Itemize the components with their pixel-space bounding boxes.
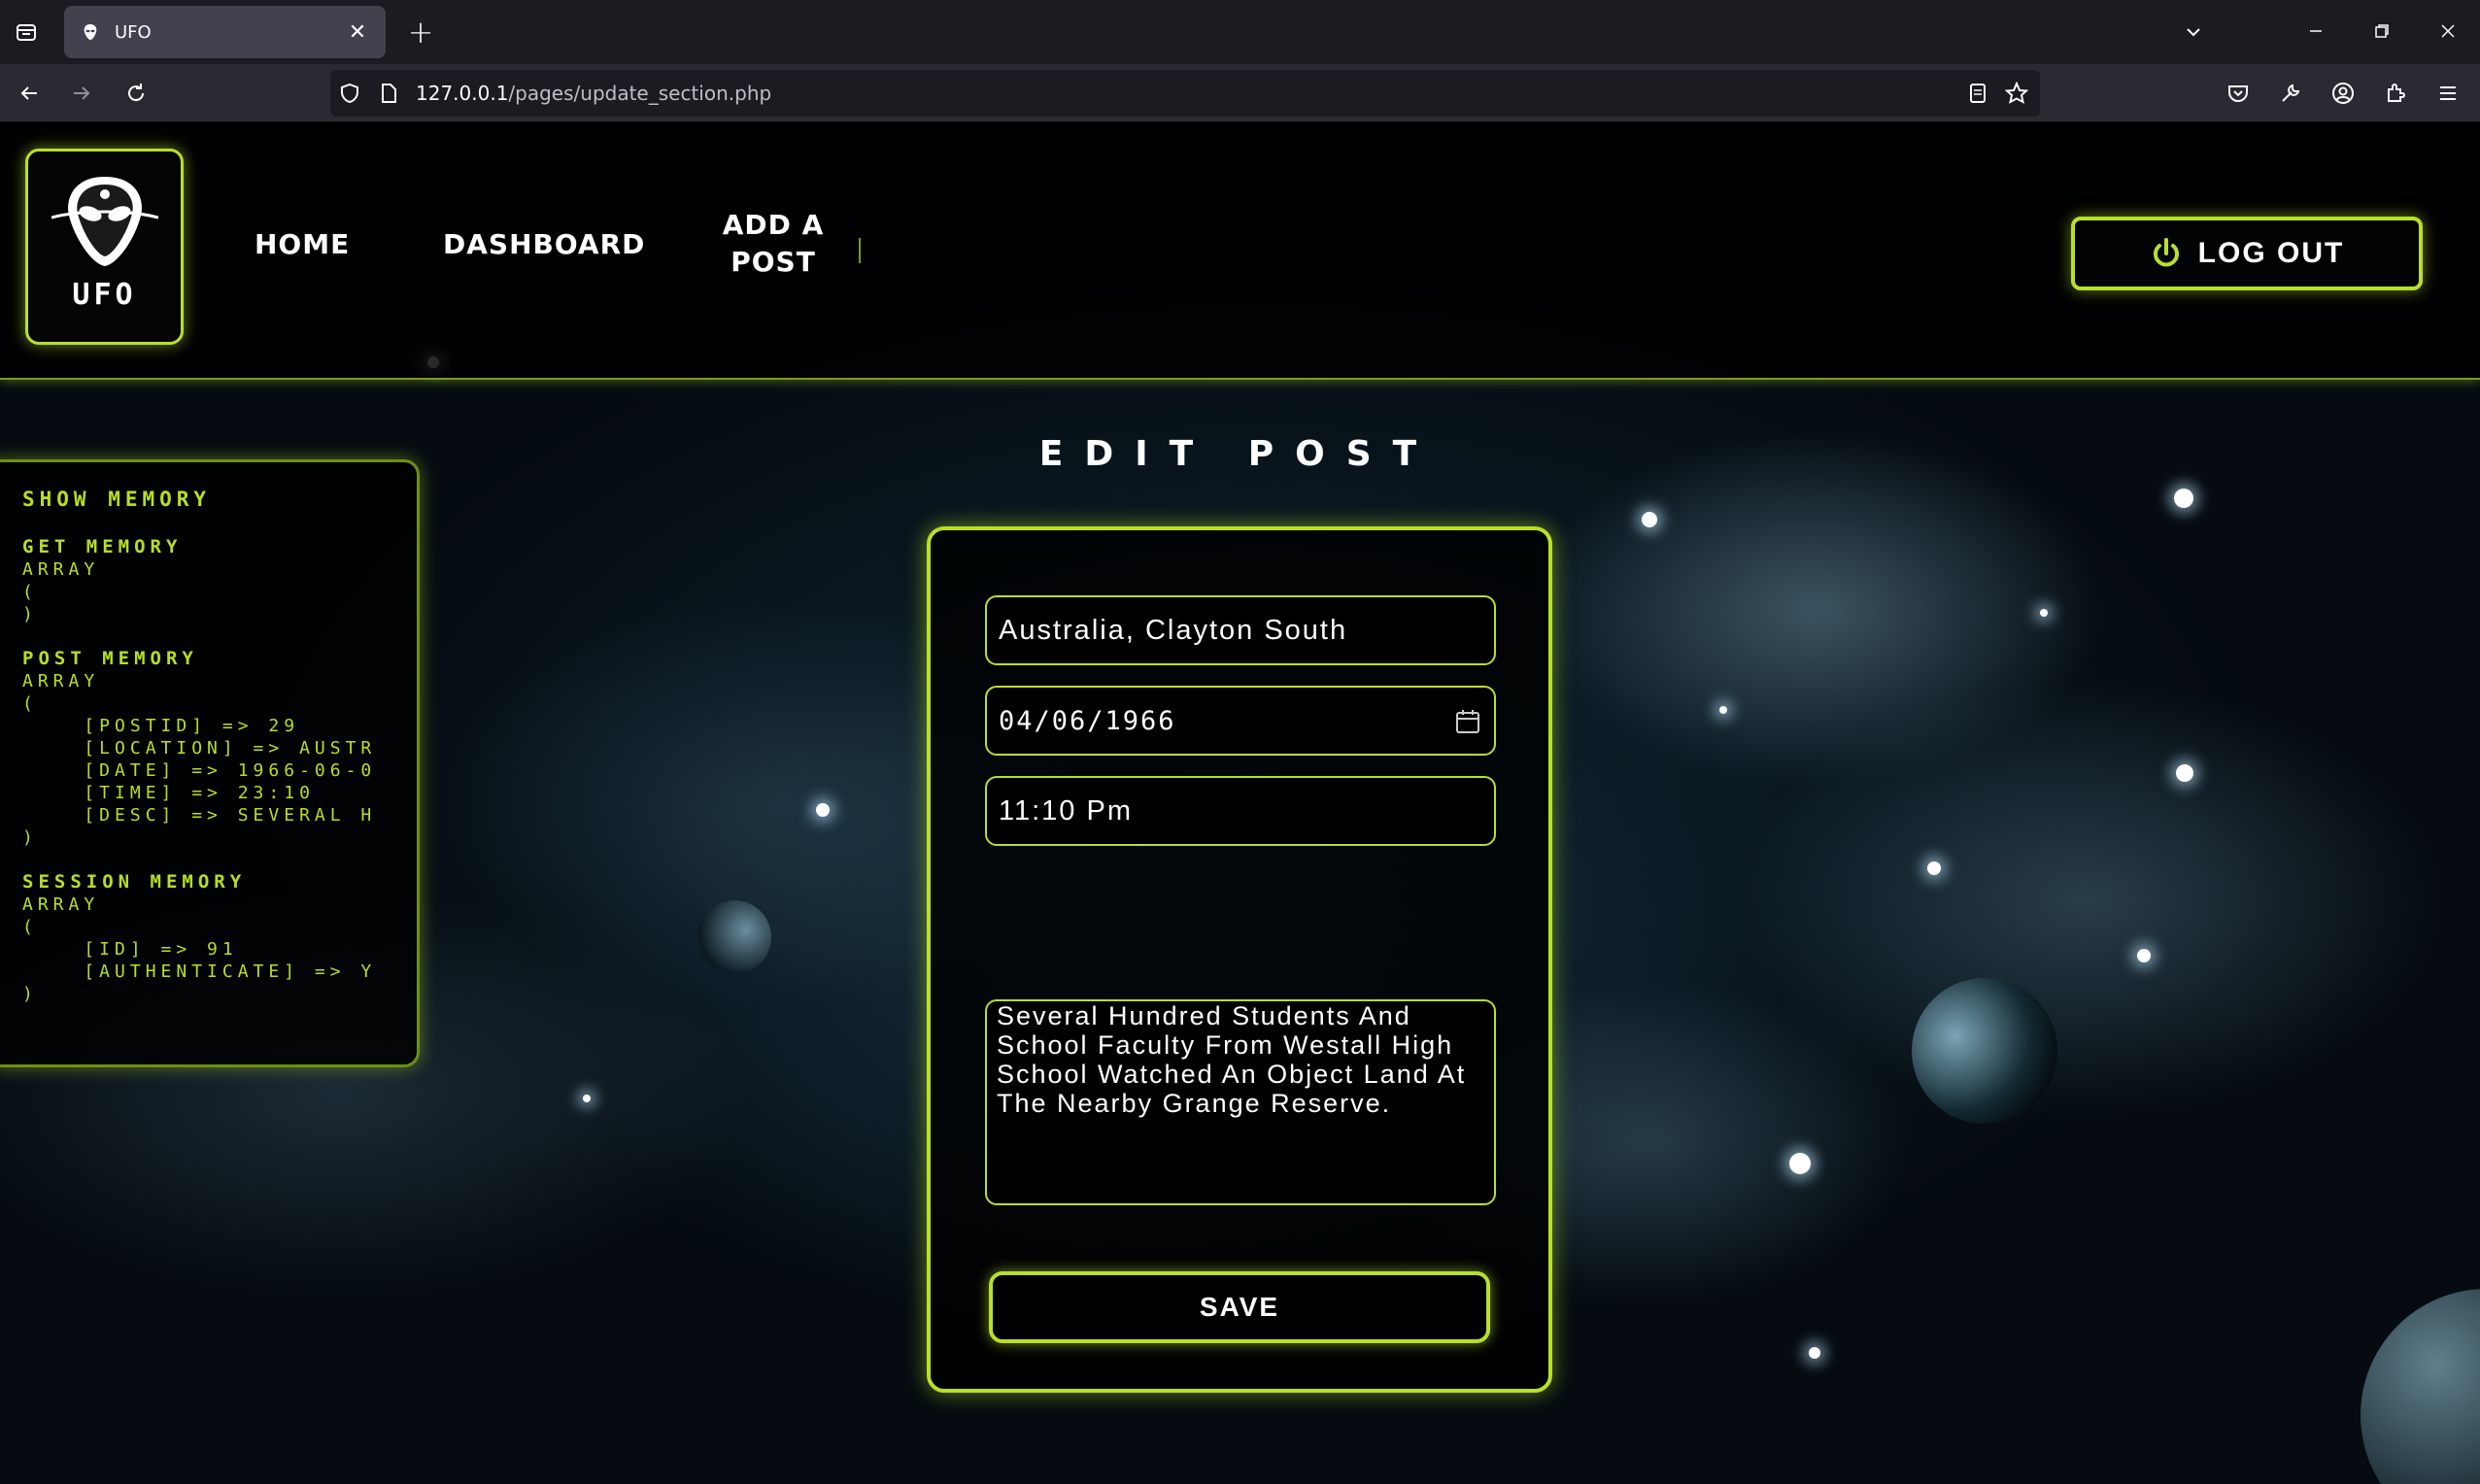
power-icon xyxy=(2153,238,2179,267)
close-window-icon[interactable] xyxy=(2419,10,2477,52)
star xyxy=(2137,949,2151,962)
logout-label: Log out xyxy=(2197,237,2345,269)
browser-tab[interactable]: UFO ✕ xyxy=(64,6,386,58)
star xyxy=(1927,861,1941,875)
debug-line: ( xyxy=(22,693,38,714)
star xyxy=(1809,1347,1820,1359)
date-input[interactable]: 04/06/1966 xyxy=(985,686,1496,756)
post-memory-heading: POST MEMORY xyxy=(22,648,198,669)
browser-nav-bar: 127.0.0.1/pages/update_section.php xyxy=(0,64,2480,122)
debug-title: SHOW MEMORY xyxy=(22,488,212,511)
logo-text: UFO xyxy=(72,278,137,312)
save-button[interactable]: Save xyxy=(989,1271,1490,1343)
star xyxy=(1642,512,1657,527)
reload-icon[interactable] xyxy=(117,74,155,113)
extensions-icon[interactable] xyxy=(2376,74,2415,113)
debug-memory-panel: SHOW MEMORY GET MEMORY ARRAY ( ) POST ME… xyxy=(0,459,420,1067)
bookmark-star-icon[interactable] xyxy=(1997,74,2036,113)
page-title: EDIT POST xyxy=(1038,434,1439,474)
calendar-icon[interactable] xyxy=(1455,709,1480,742)
edit-post-form: Australia, Clayton South 04/06/1966 11:1… xyxy=(927,526,1552,1393)
close-tab-icon[interactable]: ✕ xyxy=(345,19,370,45)
date-value: 04/06/1966 xyxy=(999,705,1176,736)
chevron-down-icon[interactable] xyxy=(2174,14,2213,51)
star xyxy=(1719,706,1727,714)
session-memory-heading: SESSION MEMORY xyxy=(22,871,247,893)
get-memory-heading: GET MEMORY xyxy=(22,536,183,557)
reader-view-icon[interactable] xyxy=(1958,74,1997,113)
debug-line: ) xyxy=(22,984,38,1004)
alien-favicon-icon xyxy=(80,21,101,43)
planet xyxy=(2361,1289,2480,1484)
page-icon[interactable] xyxy=(369,70,408,117)
debug-line: [AUTHENTICATE] => Y xyxy=(22,961,377,982)
logout-button[interactable]: Log out xyxy=(2071,217,2423,290)
wrench-icon[interactable] xyxy=(2271,74,2310,113)
tab-list-icon[interactable] xyxy=(8,14,45,51)
nav-link-home[interactable]: Home xyxy=(255,226,350,263)
debug-line: ( xyxy=(22,917,38,937)
browser-tab-strip: UFO ✕ + xyxy=(0,0,2480,64)
site-header: UFO Home Dashboard Add a Post Log out xyxy=(0,123,2480,380)
time-value: 11:10 Pm xyxy=(999,794,1133,826)
debug-line: ARRAY xyxy=(22,894,100,915)
planet xyxy=(1912,978,2057,1124)
star xyxy=(2176,764,2193,782)
planet xyxy=(697,900,771,974)
url-bar[interactable]: 127.0.0.1/pages/update_section.php xyxy=(330,70,2040,117)
debug-line: [ID] => 91 xyxy=(22,939,238,960)
new-tab-icon[interactable]: + xyxy=(402,14,439,51)
restore-icon[interactable] xyxy=(2353,10,2411,52)
debug-line: [DATE] => 1966-06-0 xyxy=(22,760,377,781)
star xyxy=(2174,489,2193,508)
debug-line: ) xyxy=(22,827,38,848)
url-text: 127.0.0.1/pages/update_section.php xyxy=(416,82,772,105)
debug-line: ( xyxy=(22,582,38,602)
debug-line: [TIME] => 23:10 xyxy=(22,783,315,803)
nav-link-dashboard[interactable]: Dashboard xyxy=(443,226,645,263)
forward-icon[interactable] xyxy=(62,74,101,113)
star xyxy=(1789,1153,1811,1174)
location-value: Australia, Clayton South xyxy=(999,614,1348,646)
star xyxy=(583,1095,591,1102)
nav-link-add-post-line-2: Post xyxy=(730,246,816,278)
star xyxy=(2040,609,2048,617)
debug-line: [POSTID] => 29 xyxy=(22,716,300,736)
hamburger-menu-icon[interactable] xyxy=(2429,74,2467,113)
time-input[interactable]: 11:10 Pm xyxy=(985,776,1496,846)
site-logo[interactable]: UFO xyxy=(25,149,184,345)
star xyxy=(816,803,830,817)
description-textarea[interactable]: Several Hundred Students And School Facu… xyxy=(985,999,1496,1205)
nav-link-add-post-line-1: Add a xyxy=(722,209,825,241)
nav-divider xyxy=(859,238,861,263)
nav-link-add-post[interactable]: Add a Post xyxy=(721,207,826,281)
tab-title: UFO xyxy=(115,21,152,43)
description-value: Several Hundred Students And School Facu… xyxy=(997,1001,1467,1118)
location-input[interactable]: Australia, Clayton South xyxy=(985,595,1496,665)
debug-line: ARRAY xyxy=(22,671,100,691)
debug-line: [DESC] => SEVERAL H xyxy=(22,805,377,826)
minimize-icon[interactable] xyxy=(2287,10,2345,52)
debug-line: ) xyxy=(22,604,38,624)
alien-logo-icon xyxy=(51,177,158,266)
page-viewport: UFO Home Dashboard Add a Post Log out SH… xyxy=(0,123,2480,1484)
account-icon[interactable] xyxy=(2324,74,2362,113)
shield-icon[interactable] xyxy=(330,70,369,117)
back-icon[interactable] xyxy=(10,74,49,113)
debug-line: ARRAY xyxy=(22,559,100,580)
pocket-icon[interactable] xyxy=(2219,74,2258,113)
debug-line: [LOCATION] => AUSTR xyxy=(22,738,377,759)
